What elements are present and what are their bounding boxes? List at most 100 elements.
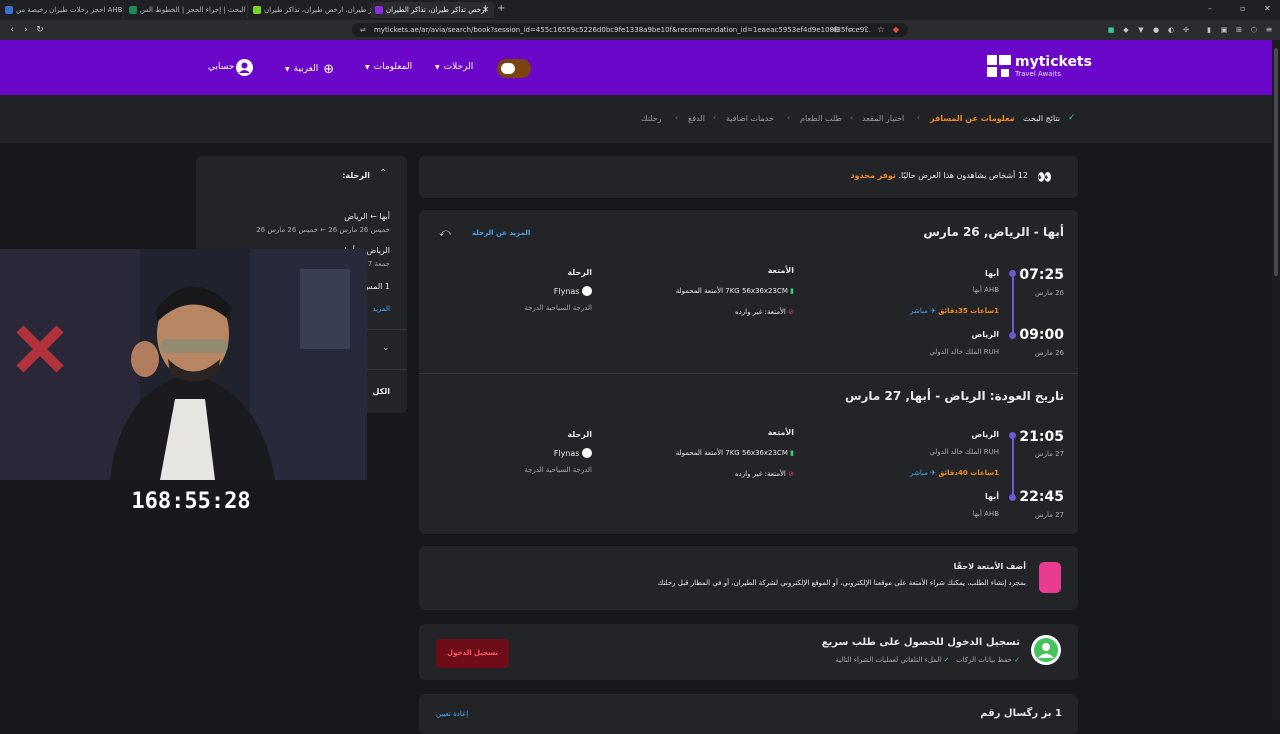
puzzle-icon[interactable]: ✣ (1180, 24, 1192, 36)
more-about-trip-link[interactable]: المزيد عن الرحلة (472, 229, 530, 237)
add-baggage-text: بمجرد إنشاء الطلب، يمكنك شراء الأمتعة عل… (657, 579, 1027, 587)
outbound-arrival-airport: RUH الملك خالد الدولي (929, 348, 999, 356)
viewers-text: 12 أشخاص يشاهدون هذا العرض حاليًا. توفر … (850, 171, 1028, 180)
share-icon[interactable]: ⤺ (439, 226, 451, 240)
extension-icon[interactable]: ▼ (1135, 24, 1147, 36)
scrollbar-thumb[interactable] (1274, 48, 1278, 276)
zoom-icon[interactable]: ⊕ (830, 24, 842, 36)
extension-icon[interactable]: ● (1150, 24, 1162, 36)
timeline-dot (1009, 332, 1016, 339)
chevron-up-icon[interactable]: ⌃ (379, 168, 387, 179)
close-window-icon[interactable]: ✕ (1264, 4, 1271, 13)
tab-label: نتائج البحث | إجراء الحجز | الخطوط الس..… (140, 6, 247, 14)
logo-name[interactable]: mytickets (1015, 54, 1092, 70)
nav-language[interactable]: ▼ العربية ⊕ (285, 62, 334, 77)
carry-on-row: ▮ 7KG 56x36x23CM الأمتعة المحمولة (676, 287, 794, 295)
feature-autofill: الملء التلقائي لعمليات الشراء التالية (835, 656, 942, 664)
flight-heading: الرحلة (567, 430, 592, 439)
minimize-icon[interactable]: – (1208, 4, 1212, 13)
reset-link[interactable]: إعادة تعيين (436, 710, 468, 718)
nav-trips[interactable]: ▼ الرحلات (435, 62, 473, 72)
browser-tab[interactable]: احجز رحلات طيران رخيصة من AHB الى (2, 2, 124, 18)
duration-text: 1ساعات 35دقائق (938, 307, 999, 315)
maximize-icon[interactable]: ▫ (1240, 4, 1245, 13)
reload-icon[interactable]: ↻ (34, 24, 46, 36)
viewers-message: أشخاص يشاهدون هذا العرض حاليًا. (898, 171, 1016, 180)
nav-info[interactable]: ▼ المعلومات (365, 62, 412, 72)
timeline-dot (1009, 494, 1016, 501)
share-icon[interactable]: ⇪ (860, 24, 872, 36)
outbound-departure-date: 26 مارس (1035, 289, 1064, 297)
carry-on-row: ▮ 7KG 56x36x23CM الأمتعة المحمولة (676, 449, 794, 457)
step-extras: خدمات اضافية (726, 114, 774, 123)
chevron-down-icon[interactable]: ⌄ (382, 343, 390, 353)
menu-icon[interactable]: ≡ (1263, 24, 1275, 36)
browser-tab-active[interactable]: أرخص تذاكر طيران، تذاكر الطيران ✕ (372, 2, 494, 18)
outbound-departure-city: أبها (984, 269, 999, 278)
forward-icon[interactable]: › (20, 24, 32, 36)
viewers-notice: 👀 12 أشخاص يشاهدون هذا العرض حاليًا. توف… (419, 156, 1078, 198)
eyes-icon: 👀 (1037, 170, 1052, 184)
new-tab-icon[interactable]: + (497, 3, 505, 14)
baggage-heading: الأمتعة (767, 266, 794, 275)
login-card: تسجيل الدخول للحصول على طلب سريع ✓ حفظ ب… (419, 624, 1078, 680)
brave-icon[interactable]: ⬡ (1248, 24, 1260, 36)
booking-steps: ✓ نتائج البحث ‹ معلومات عن المسافر ‹ اخت… (0, 95, 1280, 143)
login-card-title: تسجيل الدخول للحصول على طلب سريع (821, 637, 1020, 648)
extension-icon[interactable]: ◐ (1165, 24, 1177, 36)
shield-icon[interactable]: ◆ (890, 24, 902, 36)
sidebar-total: الكل (372, 387, 390, 396)
theme-toggle[interactable] (497, 59, 531, 78)
outbound-departure-airport: AHB أبها (972, 286, 999, 294)
suitcase-icon: ▮ (790, 449, 794, 457)
extension-icon[interactable]: ◆ (1120, 24, 1132, 36)
chevron-down-icon: ▼ (435, 64, 440, 71)
airline-logo-icon (582, 286, 592, 296)
plane-icon: ✈ (930, 469, 936, 477)
sidebar-heading: الرحلة: (342, 171, 370, 180)
feature-save-passengers: حفظ بيانات الركاب (956, 656, 1012, 664)
sidebar-more-link[interactable]: المزيد (372, 305, 390, 313)
step-payment: الدفع (688, 114, 705, 123)
user-avatar-icon[interactable] (236, 59, 253, 76)
mytickets-logo-icon[interactable] (987, 55, 1011, 77)
login-button[interactable]: تسجيل الدخول (436, 639, 509, 668)
tab-close-icon[interactable]: ✕ (482, 5, 489, 14)
webcam-overlay (0, 249, 367, 480)
page-scrollbar[interactable] (1272, 40, 1280, 720)
vpn-icon[interactable]: ⊞ (1233, 24, 1245, 36)
nav-account[interactable]: حسابي (208, 62, 234, 72)
back-icon[interactable]: ‹ (6, 24, 18, 36)
add-baggage-card: أضف الأمتعة لاحقًا بمجرد إنشاء الطلب، يم… (419, 546, 1078, 610)
step-passenger-info[interactable]: معلومات عن المسافر (930, 114, 1014, 123)
checked-row: ⊘ الأمتعة: غير وارده (735, 470, 794, 478)
sidebar-dates-return: جمعة 27 (363, 260, 390, 268)
checked-row: ⊘ الأمتعة: غير وارده (735, 308, 794, 316)
wallet-icon[interactable]: ▣ (1218, 24, 1230, 36)
user-icon (1031, 635, 1061, 665)
step-search-results[interactable]: نتائج البحث (1023, 114, 1060, 123)
outbound-arrival-date: 26 مارس (1035, 349, 1064, 357)
extension-icon[interactable]: ■ (1105, 24, 1117, 36)
tab-label: أرخص تذاكر طيران، تذاكر الطيران (386, 6, 487, 14)
site-info-icon[interactable]: ⇌ (360, 26, 366, 34)
tab-label: حجز طيران، ارخص طيران، تذاكر طيران | (264, 6, 371, 14)
plane-icon: ✈ (930, 307, 936, 315)
search-icon[interactable]: ⌕ (845, 24, 857, 36)
direct-label: مباشر (910, 469, 928, 477)
check-icon: ✓ (1068, 113, 1076, 123)
browser-tab[interactable]: حجز طيران، ارخص طيران، تذاكر طيران | (250, 2, 372, 18)
outbound-arrival-city: الرياض (971, 330, 1000, 339)
passenger-title: 1 بز رگسال رقم (980, 708, 1062, 719)
star-icon[interactable]: ☆ (875, 24, 887, 36)
nav-trips-label: الرحلات (443, 62, 474, 72)
browser-tab[interactable]: نتائج البحث | إجراء الحجز | الخطوط الس..… (126, 2, 248, 18)
sidebar-toggle-icon[interactable]: ▮ (1203, 24, 1215, 36)
duration-text: 1ساعات 40دقائق (938, 469, 999, 477)
return-arrival-time: 22:45 (1019, 489, 1064, 505)
add-baggage-title: أضف الأمتعة لاحقًا (953, 562, 1026, 571)
checked-text: الأمتعة: غير وارده (735, 470, 786, 478)
address-bar[interactable]: ⇌ mytickets.ae/ar/avia/search/book?sessi… (352, 23, 908, 37)
airline-logo-icon (582, 448, 592, 458)
tab-favicon-icon (253, 6, 261, 14)
